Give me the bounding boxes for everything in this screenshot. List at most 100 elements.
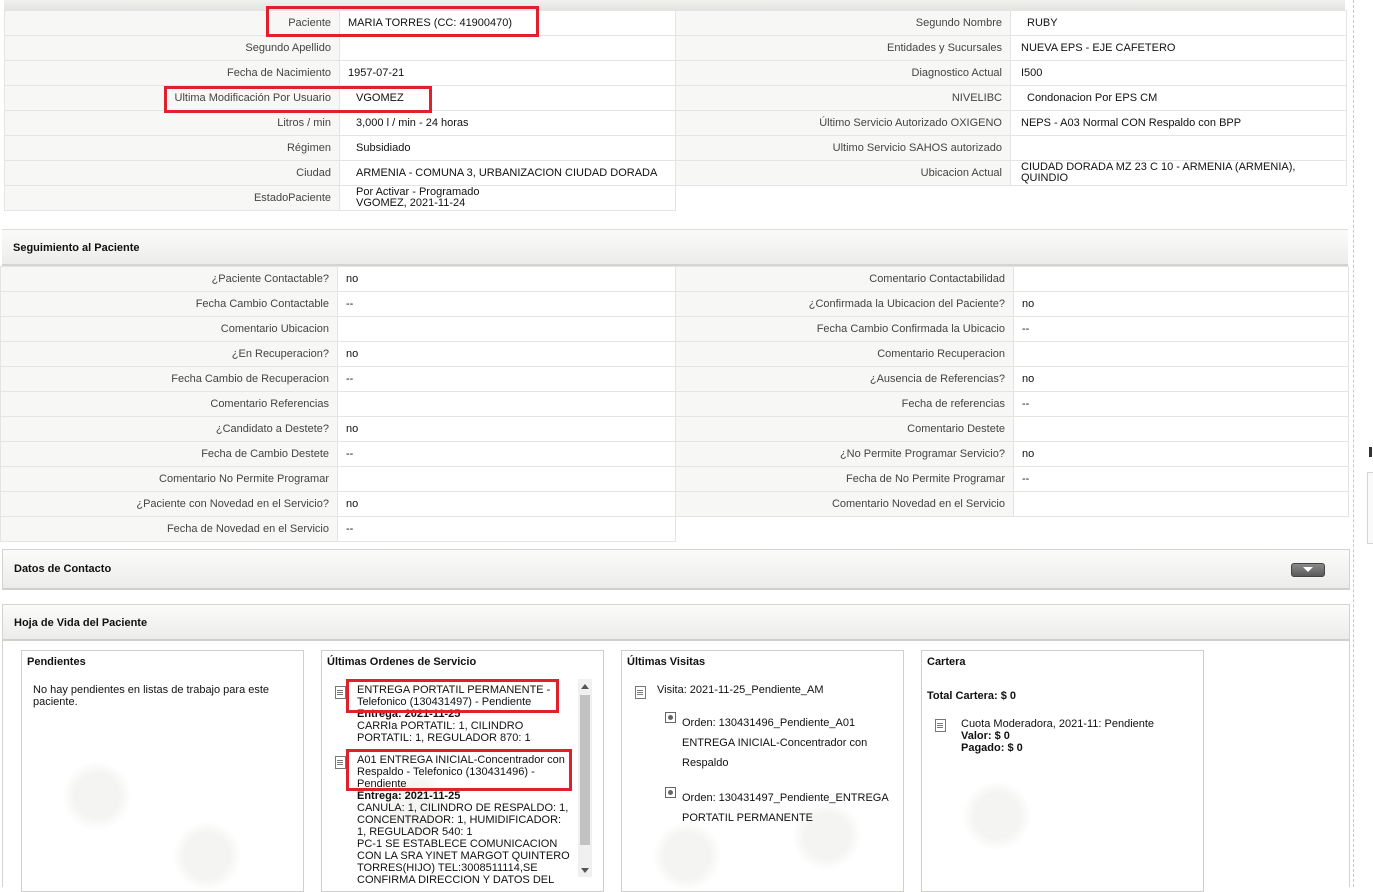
card-cartera: Cartera Total Cartera: $ 0 Cuota Moderad… [921,650,1204,892]
field-value [1013,341,1349,367]
field-label: Ciudad [4,160,340,186]
table-row: Comentario Contactabilidad [675,266,1349,292]
field-label: Fecha de No Permite Programar [675,466,1014,492]
visit-order[interactable]: Orden: 130431497_Pendiente_ENTREGA PORTA… [682,788,897,828]
card-visitas: Últimas Visitas Visita: 2021-11-25_Pendi… [621,650,904,892]
field-value: MARIA TORRES (CC: 41900470) [339,10,676,36]
field-value [339,35,676,61]
order-entrega: Entrega: 2021-11-25 [357,790,461,802]
table-row: Fecha de No Permite Programar -- [675,466,1349,492]
order-comment: PC-1 SE ESTABLECE COMUNICACION CON LA SR… [357,838,570,886]
card-ordenes: Últimas Ordenes de Servicio ENTREGA PORT… [321,650,604,892]
section-header-seguimiento: Seguimiento al Paciente [2,229,1348,266]
table-row: Régimen Subsidiado [4,135,676,161]
table-row: ¿No Permite Programar Servicio? no [675,441,1349,467]
table-row: Ciudad ARMENIA - COMUNA 3, URBANIZACION C… [4,160,676,186]
patient-info-left: Paciente MARIA TORRES (CC: 41900470) Segu… [4,10,676,211]
table-row: EstadoPaciente Por Activar - Programado V… [4,185,676,211]
table-row: Ubicacion Actual CIUDAD DORADA MZ 23 C 10… [675,160,1347,186]
cartera-pagado: Pagado: $ 0 [961,742,1023,754]
table-row: Comentario No Permite Programar [0,466,676,492]
table-row: Comentario Referencias [0,391,676,417]
visit-item[interactable]: Visita: 2021-11-25_Pendiente_AM [657,684,824,696]
field-value: -- [1013,316,1349,342]
document-icon [335,756,346,769]
table-row: Ultima Modificación Por Usuario VGOMEZ [4,85,676,111]
field-value: -- [1013,391,1349,417]
card-title: Últimas Ordenes de Servicio [327,656,477,668]
scroll-thumb[interactable] [580,695,590,845]
cartera-item[interactable]: Cuota Moderadora, 2021-11: Pendiente [961,718,1154,730]
field-value: NEPS - A03 Normal CON Respaldo con BPP [1010,110,1347,136]
field-label: Paciente [4,10,340,36]
field-label: ¿Confirmada la Ubicacion del Paciente? [675,291,1014,317]
table-row: ¿En Recuperacion? no [0,341,676,367]
section-title: Datos de Contacto [14,563,112,575]
table-row: Entidades y Sucursales NUEVA EPS - EJE CA… [675,35,1347,61]
field-label: Fecha de Nacimiento [4,60,340,86]
field-value [1013,416,1349,442]
orders-scrollbar[interactable] [578,679,592,877]
visit-order[interactable]: Orden: 130431496_Pendiente_A01 ENTREGA I… [682,713,887,773]
document-icon [335,686,346,699]
order-radio-icon[interactable] [665,787,676,798]
field-value [337,466,676,492]
field-value: Condonacion Por EPS CM [1010,85,1347,111]
document-icon [635,686,646,699]
field-value: VGOMEZ [339,85,676,111]
order-name[interactable]: A01 ENTREGA INICIAL-Concentrador con Res… [357,754,569,790]
cartera-valor: Valor: $ 0 [961,730,1010,742]
field-value: -- [337,291,676,317]
field-value: 3,000 l / min - 24 horas [339,110,676,136]
table-row: Fecha de Novedad en el Servicio -- [0,516,676,542]
field-label: EstadoPaciente [4,185,340,211]
section-header-hoja-de-vida: Hoja de Vida del Paciente [2,604,1350,641]
field-value: -- [337,441,676,467]
field-label: Fecha de referencias [675,391,1014,417]
field-label: Comentario Novedad en el Servicio [675,491,1014,517]
table-row: ¿Candidato a Destete? no [0,416,676,442]
order-name[interactable]: ENTREGA PORTATIL PERMANENTE - Telefonico… [357,684,562,708]
field-value [1013,266,1349,292]
field-label: Segundo Apellido [4,35,340,61]
cartera-total: Total Cartera: $ 0 [927,690,1017,702]
field-label: Ultimo Servicio SAHOS autorizado [675,135,1011,161]
section-title: Hoja de Vida del Paciente [14,617,148,629]
field-label: Ultima Modificación Por Usuario [4,85,340,111]
table-row: Fecha Cambio Contactable -- [0,291,676,317]
field-label: Régimen [4,135,340,161]
table-row: ¿Paciente Contactable? no [0,266,676,292]
scroll-up-icon[interactable] [581,684,589,689]
table-row: Último Servicio Autorizado OXIGENO NEPS -… [675,110,1347,136]
card-pendientes: Pendientes No hay pendientes en listas d… [21,650,304,892]
field-value: no [1013,366,1349,392]
field-value: NUEVA EPS - EJE CAFETERO [1010,35,1347,61]
field-label: Fecha Cambio Confirmada la Ubicacio [675,316,1014,342]
field-label: Diagnostico Actual [675,60,1011,86]
page-divider [1353,0,1354,887]
field-value: Por Activar - Programado VGOMEZ, 2021-11… [339,185,676,211]
patient-info-right: Segundo Nombre RUBY Entidades y Sucursale… [675,10,1347,186]
expand-toggle-button[interactable] [1291,563,1325,577]
field-label: Segundo Nombre [675,10,1011,36]
field-value: ARMENIA - COMUNA 3, URBANIZACION CIUDAD … [339,160,676,186]
field-label: Fecha Cambio Contactable [0,291,338,317]
seguimiento-left: ¿Paciente Contactable? no Fecha Cambio Co… [0,266,676,542]
scroll-down-icon[interactable] [581,868,589,873]
field-label: ¿Paciente Contactable? [0,266,338,292]
seguimiento-right: Comentario Contactabilidad ¿Confirmada l… [675,266,1349,517]
edge-marker [1369,447,1372,457]
field-value: Subsidiado [339,135,676,161]
field-label: Comentario Contactabilidad [675,266,1014,292]
field-value [1010,135,1347,161]
table-row: Litros / min 3,000 l / min - 24 horas [4,110,676,136]
card-title: Cartera [927,656,966,668]
field-value: -- [337,366,676,392]
field-label: Comentario Recuperacion [675,341,1014,367]
card-title: Últimas Visitas [627,656,706,668]
order-radio-icon[interactable] [665,712,676,723]
section-header-contacto[interactable]: Datos de Contacto [2,549,1350,590]
field-value: no [1013,441,1349,467]
empty-message: No hay pendientes en listas de trabajo p… [33,684,270,708]
field-label: ¿Paciente con Novedad en el Servicio? [0,491,338,517]
